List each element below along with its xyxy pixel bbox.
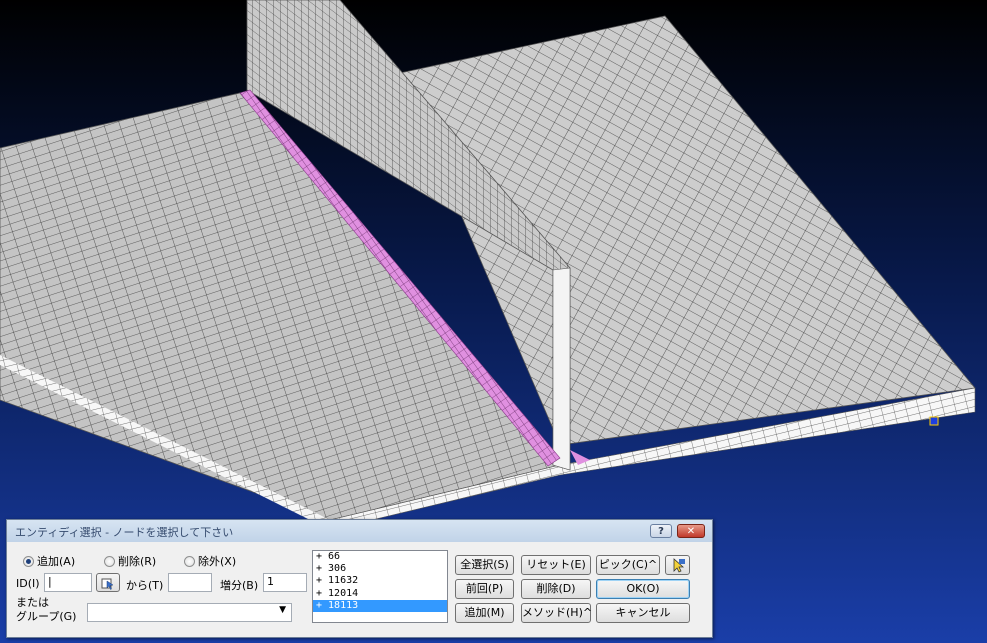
node-marker	[929, 416, 939, 426]
radio-remove-label: 削除(R)	[118, 555, 157, 568]
from-label: から(T)	[126, 579, 164, 592]
pick-button[interactable]: ピック(C)^	[596, 555, 660, 575]
radio-remove-indicator	[104, 555, 115, 567]
delete-button[interactable]: 削除(D)	[521, 579, 591, 599]
list-item[interactable]: + 11632	[313, 575, 447, 587]
method-button[interactable]: メソッド(H)^	[521, 603, 592, 623]
radio-exclude-indicator	[184, 555, 195, 567]
list-item[interactable]: + 66	[313, 551, 447, 563]
dialog-title: エンティディ選択 - ノードを選択して下さい	[15, 526, 234, 539]
chevron-down-icon: ▼	[279, 605, 286, 615]
radio-remove[interactable]: 削除(R)	[104, 553, 157, 568]
web-plate-end	[552, 267, 571, 471]
reset-button[interactable]: リセット(E)	[521, 555, 591, 575]
dialog-titlebar[interactable]: エンティディ選択 - ノードを選択して下さい ? ✕	[7, 520, 712, 542]
radio-exclude[interactable]: 除外(X)	[184, 553, 237, 568]
radio-add-label: 追加(A)	[37, 555, 76, 568]
select-all-button[interactable]: 全選択(S)	[455, 555, 514, 575]
selected-id-list[interactable]: + 66 + 306 + 11632 + 12014 + 18113	[312, 550, 448, 623]
add-button[interactable]: 追加(M)	[455, 603, 514, 623]
from-input[interactable]	[168, 573, 212, 592]
increment-label: 増分(B)	[220, 579, 259, 592]
group-label: グループ(G)	[16, 610, 77, 623]
list-item[interactable]: + 12014	[313, 588, 447, 600]
pick-mode-button[interactable]	[665, 555, 690, 575]
id-input[interactable]: |	[44, 573, 92, 592]
radio-exclude-label: 除外(X)	[198, 555, 237, 568]
pointer-pick-icon	[101, 578, 114, 590]
id-label: ID(I)	[16, 577, 40, 590]
previous-button[interactable]: 前回(P)	[455, 579, 514, 599]
list-item-selected[interactable]: + 18113	[313, 599, 447, 612]
close-button[interactable]: ✕	[677, 524, 705, 538]
id-pick-button[interactable]	[96, 573, 120, 592]
group-select[interactable]: ▼	[87, 603, 292, 622]
cursor-arrow-icon	[673, 557, 685, 573]
list-item[interactable]: + 306	[313, 563, 447, 575]
cancel-button[interactable]: キャンセル	[596, 603, 690, 623]
radio-add[interactable]: 追加(A)	[23, 553, 76, 568]
entity-selection-dialog: エンティディ選択 - ノードを選択して下さい ? ✕ 追加(A) 削除(R) 除…	[6, 519, 713, 638]
radio-add-indicator	[23, 555, 34, 567]
increment-input[interactable]: 1	[263, 573, 307, 592]
help-button[interactable]: ?	[650, 524, 672, 538]
ok-button[interactable]: OK(O)	[596, 579, 690, 599]
